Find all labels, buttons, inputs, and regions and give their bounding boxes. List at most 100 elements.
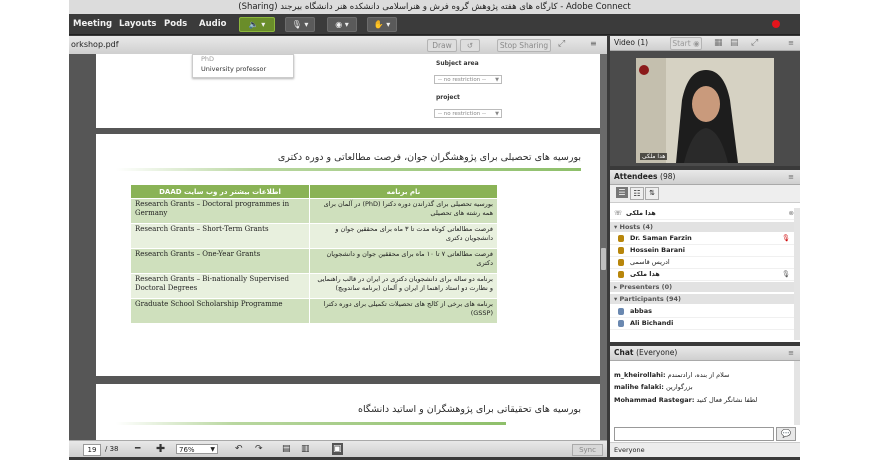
table-row: Research Grants – Doctoral programmes in… xyxy=(130,198,498,224)
program-description: بورسیه تحصیلی برای گذراندن دوره دکترا (P… xyxy=(309,198,498,224)
video-caption: هدا ملکی xyxy=(640,153,668,160)
slide-page: بورسیه های تحصیلی برای پژوهشگران جوان، ف… xyxy=(96,134,601,376)
document-toolbar: 19 / 38 ━ ✚ 76% ▼ ↶ ↷ ▤ ▥ ▣ Sync xyxy=(69,440,607,457)
raise-hand-icon: ✋ xyxy=(373,20,384,29)
slide-title: بورسیه های تحصیلی برای پژوهشگران جوان، ف… xyxy=(277,152,581,163)
filmstrip-layout-icon[interactable]: ▤ xyxy=(730,36,739,50)
chat-pod-header: Chat (Everyone) ≡ xyxy=(610,346,800,361)
shared-filename: orkshop.pdf xyxy=(71,40,119,49)
pod-options-icon[interactable]: ≡ xyxy=(788,346,794,360)
zoom-out-icon[interactable]: ━ xyxy=(135,443,140,455)
webcam-icon: ◉ xyxy=(693,39,700,48)
menu-pods[interactable]: Pods xyxy=(164,14,187,34)
pod-options-icon[interactable]: ≡ xyxy=(788,36,794,50)
table-row: Research Grants – Short-Term Grants فرصت… xyxy=(130,223,498,249)
select-placeholder: -- no restriction -- xyxy=(438,111,486,117)
program-name: Research Grants – One-Year Grants xyxy=(130,248,310,274)
title-underline xyxy=(116,422,506,425)
document-scrollbar[interactable] xyxy=(600,54,607,440)
scrollbar-thumb[interactable] xyxy=(601,248,606,270)
fit-page-icon[interactable]: ▤ xyxy=(282,443,291,455)
webcam-video: هدا ملکی xyxy=(636,58,774,163)
table-row: Graduate School Scholarship Programme بر… xyxy=(130,298,498,324)
chat-message: m_kheirollahi: سلام از بنده، ارادتمندم xyxy=(614,371,730,379)
list-item[interactable]: abbas xyxy=(610,306,800,318)
pointer-button[interactable]: ↺ xyxy=(460,39,480,52)
collapse-icon: ▾ xyxy=(614,223,618,231)
list-item[interactable]: Hossein Barani xyxy=(610,245,800,257)
list-item[interactable]: ادریس قاسمی xyxy=(610,257,800,269)
table-row: Research Grants – One-Year Grants فرصت م… xyxy=(130,248,498,274)
zoom-value: 76% xyxy=(179,446,195,454)
self-attendee-row[interactable]: ☏ هدا ملکی ⊗ xyxy=(610,208,800,220)
share-pod: orkshop.pdf Draw ↺ Stop Sharing ⤢ ≡ PhD … xyxy=(69,36,607,457)
draw-button[interactable]: Draw xyxy=(427,39,457,52)
zoom-in-icon[interactable]: ✚ xyxy=(156,443,165,455)
program-description: برنامه های برخی از کالج های تحصیلات تکمی… xyxy=(309,298,498,324)
program-description: برنامه دو ساله برای دانشجویان دکتری در ا… xyxy=(309,273,498,299)
raise-hand-menu-arrow: ▾ xyxy=(386,20,391,29)
role-view-icon[interactable]: ⇅ xyxy=(645,187,659,200)
pod-options-icon[interactable]: ≡ xyxy=(590,39,597,48)
list-item[interactable]: Dr. Saman Farzin 🎙 xyxy=(610,233,800,245)
program-name: Research Grants – Doctoral programmes in… xyxy=(130,198,310,224)
microphone-icon: 🎙 xyxy=(781,234,790,242)
microphone-button[interactable]: 🎙 ▾ xyxy=(285,17,315,32)
speaker-button[interactable]: 🔈 ▾ xyxy=(239,17,275,32)
participant-icon xyxy=(618,320,624,327)
page-number-input[interactable]: 19 xyxy=(83,444,101,456)
attendee-view-toolbar: ☰ ☷ ⇅ xyxy=(610,185,800,203)
chat-input[interactable] xyxy=(614,427,774,441)
rotate-left-icon[interactable]: ↶ xyxy=(235,443,243,455)
user-status-icon: ☏ xyxy=(614,209,623,217)
grid-layout-icon[interactable]: ▦ xyxy=(714,36,723,50)
chat-scrollbar[interactable] xyxy=(794,361,800,425)
program-name: Research Grants – Short-Term Grants xyxy=(130,223,310,249)
send-message-button[interactable]: 💬 xyxy=(776,427,796,441)
list-item[interactable]: Ali Bichandi xyxy=(610,318,800,330)
presenters-group[interactable]: ▸ Presenters (0) xyxy=(610,282,800,292)
pointer-tool-icon[interactable]: ▣ xyxy=(332,443,343,455)
subject-area-select: -- no restriction -- ▼ xyxy=(434,75,502,84)
table-row: Research Grants – Bi-nationally Supervis… xyxy=(130,273,498,299)
status-view-icon[interactable]: ☷ xyxy=(630,187,644,200)
window-title: (Sharing) کارگاه های هفته پژوهش گروه فرش… xyxy=(69,0,800,15)
document-view: PhD University professor Subject area --… xyxy=(69,54,607,440)
fit-width-icon[interactable]: ▥ xyxy=(301,443,310,455)
list-view-icon[interactable]: ☰ xyxy=(616,187,628,198)
fullscreen-icon[interactable]: ⤢ xyxy=(751,36,758,50)
pointer-icon: ↺ xyxy=(466,41,474,50)
pod-options-icon[interactable]: ≡ xyxy=(788,170,794,184)
title-underline xyxy=(116,168,581,171)
list-item[interactable]: هدا ملکی 🎙 xyxy=(610,269,800,281)
attendees-scrollbar[interactable] xyxy=(794,208,800,340)
chat-message: Mohammad Rastegar: لطفا نشانگر فعال کنید xyxy=(614,396,758,404)
participants-group[interactable]: ▾ Participants (94) xyxy=(610,294,800,304)
sync-button[interactable]: Sync xyxy=(572,444,603,456)
host-icon xyxy=(618,259,624,266)
menu-audio[interactable]: Audio xyxy=(199,14,226,34)
program-name: Graduate School Scholarship Programme xyxy=(130,298,310,324)
webcam-menu-arrow: ▾ xyxy=(344,20,349,29)
project-label: project xyxy=(436,94,460,101)
webcam-button[interactable]: ◉ ▾ xyxy=(327,17,357,32)
stop-sharing-button[interactable]: Stop Sharing xyxy=(497,39,551,52)
record-indicator-icon[interactable] xyxy=(772,20,780,28)
speaker-menu-arrow: ▾ xyxy=(261,20,266,29)
zoom-select[interactable]: 76% ▼ xyxy=(176,444,218,454)
hosts-group[interactable]: ▾ Hosts (4) xyxy=(610,222,800,232)
menu-layouts[interactable]: Layouts xyxy=(119,14,156,34)
program-name: Research Grants – Bi-nationally Supervis… xyxy=(130,273,310,299)
attendees-title: Attendees (98) xyxy=(614,172,676,181)
host-icon xyxy=(618,235,624,242)
collapse-icon: ▾ xyxy=(614,295,618,303)
menu-meeting[interactable]: Meeting xyxy=(73,14,112,34)
previous-page: PhD University professor Subject area --… xyxy=(96,54,601,128)
start-webcam-button[interactable]: Start ◉ xyxy=(670,37,702,50)
rotate-right-icon[interactable]: ↷ xyxy=(255,443,263,455)
tab-everyone[interactable]: Everyone xyxy=(614,443,645,457)
menu-bar: Meeting Layouts Pods Audio 🔈 ▾ 🎙 ▾ ◉ ▾ ✋… xyxy=(69,14,800,35)
expand-icon: ▸ xyxy=(614,283,618,291)
raise-hand-button[interactable]: ✋ ▾ xyxy=(367,17,397,32)
fullscreen-icon[interactable]: ⤢ xyxy=(558,39,565,49)
